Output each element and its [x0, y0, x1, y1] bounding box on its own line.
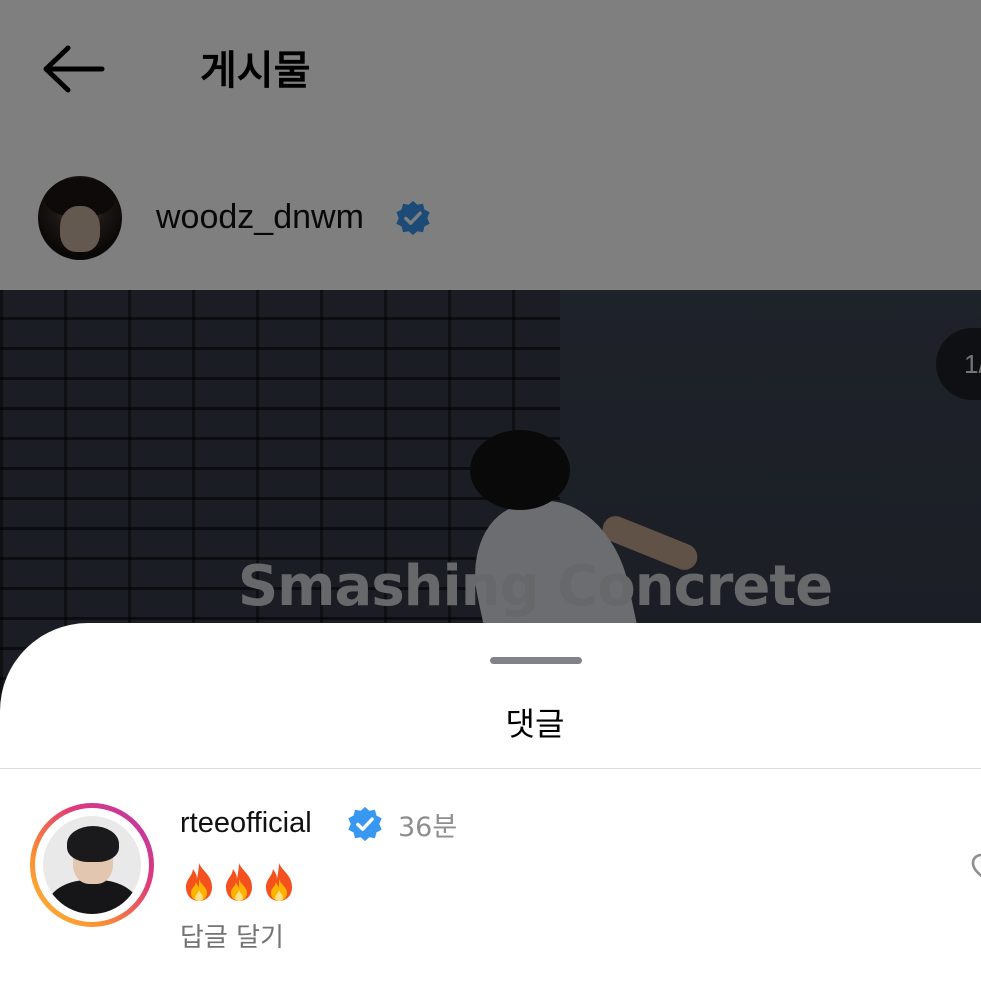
reply-button[interactable]: 답글 달기: [180, 917, 284, 954]
heart-icon[interactable]: [970, 849, 981, 885]
drag-handle[interactable]: [490, 657, 582, 664]
verified-badge-icon: [348, 806, 382, 842]
comment-item: rteeofficial 36분 답글 달기: [0, 769, 981, 982]
comment-text: [180, 861, 298, 903]
sheet-title: 댓글: [505, 705, 565, 743]
fire-emoji-icon: [266, 863, 292, 901]
commenter-avatar[interactable]: [30, 803, 154, 927]
comment-username[interactable]: rteeofficial: [180, 807, 312, 840]
comments-sheet: 댓글 rteeofficial 36분 답글 달기: [0, 623, 981, 982]
avatar: [43, 816, 141, 914]
fire-emoji-icon: [226, 863, 252, 901]
fire-emoji-icon: [186, 863, 212, 901]
comment-timestamp: 36분: [398, 812, 458, 843]
